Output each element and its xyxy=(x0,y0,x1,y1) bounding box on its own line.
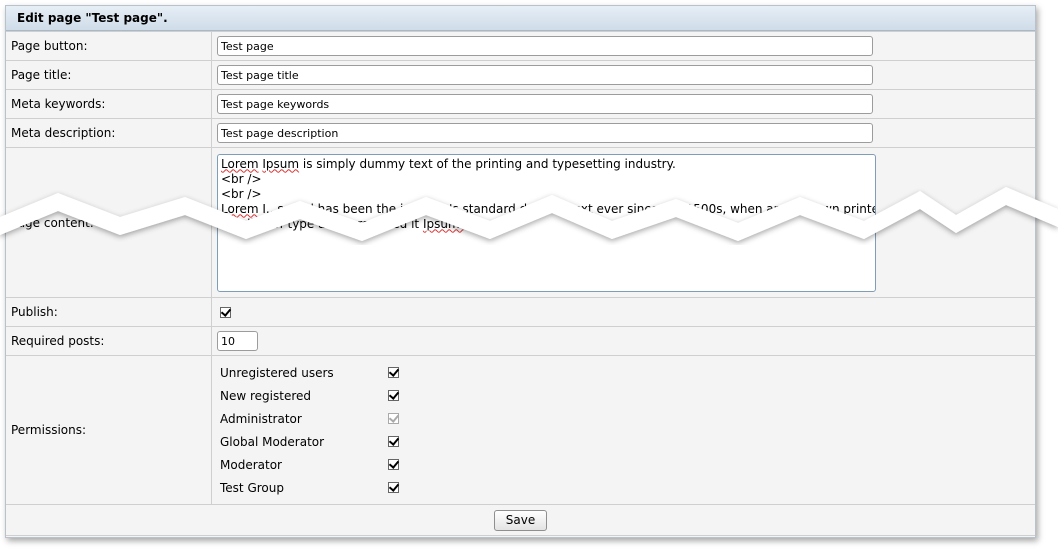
content-line-1-rest: is simply dummy text of the printing and… xyxy=(299,156,676,171)
publish-checkbox[interactable] xyxy=(220,307,231,318)
permission-row: Administrator xyxy=(220,407,1035,430)
content-line-4-mid: I xyxy=(258,201,266,216)
meta-description-label: Meta description: xyxy=(6,118,212,148)
row-required-posts: Required posts: xyxy=(6,326,1035,356)
permission-checkbox[interactable] xyxy=(388,390,399,401)
edit-page-panel: Edit page "Test page". Page button: Page… xyxy=(5,5,1036,538)
permission-name: Moderator xyxy=(220,457,282,472)
permission-checkbox[interactable] xyxy=(388,482,399,493)
page-button-label: Page button: xyxy=(6,31,212,61)
content-line-4-rest: ...s, and has been the industry's standa… xyxy=(265,201,876,216)
permission-name: Global Moderator xyxy=(220,434,325,449)
page-title-label: Page title: xyxy=(6,60,212,90)
actions-cell: Save xyxy=(6,504,1035,536)
permission-row: Test Group xyxy=(220,476,1035,499)
content-line-1: Lorem Ipsum is simply dummy text of the … xyxy=(221,157,872,172)
meta-keywords-cell xyxy=(211,89,1035,119)
required-posts-cell xyxy=(211,326,1035,356)
word-lorem-2: Lorem xyxy=(221,201,259,216)
page-content-label: Page content: xyxy=(6,147,212,298)
edit-page-form: Page button: Page title: Meta keywords: … xyxy=(6,31,1035,536)
page-content-cell: Lorem Ipsum is simply dummy text of the … xyxy=(211,147,1035,298)
page-button-cell xyxy=(211,31,1035,61)
permission-name: Test Group xyxy=(220,480,284,495)
word-ipsum: Ipsum xyxy=(262,156,300,171)
word-lorem: Lorem xyxy=(221,156,259,171)
permissions-label: Permissions: xyxy=(6,355,212,505)
permission-row: New registered xyxy=(220,384,1035,407)
meta-description-input[interactable] xyxy=(217,123,873,143)
row-page-title: Page title: xyxy=(6,60,1035,90)
permission-checkbox[interactable] xyxy=(388,459,399,470)
required-posts-label: Required posts: xyxy=(6,326,212,356)
row-meta-keywords: Meta keywords: xyxy=(6,89,1035,119)
content-line-2: <br /> xyxy=(221,171,262,186)
row-page-button: Page button: xyxy=(6,31,1035,61)
permission-row: Moderator xyxy=(220,453,1035,476)
row-publish: Publish: xyxy=(6,297,1035,327)
permission-name: Unregistered users xyxy=(220,365,334,380)
page-title-cell xyxy=(211,60,1035,90)
meta-keywords-input[interactable] xyxy=(217,94,873,114)
permission-name: New registered xyxy=(220,388,312,403)
content-line-5: a galley of type and scrambled it Ipsum. xyxy=(221,217,872,232)
permission-checkbox[interactable] xyxy=(388,436,399,447)
row-actions: Save xyxy=(6,504,1035,536)
meta-description-cell xyxy=(211,118,1035,148)
content-line-3: <br /> xyxy=(221,186,262,201)
permissions-list: Unregistered users New registered Admini… xyxy=(220,361,1035,499)
content-line-4: Lorem I...s, and has been the industry's… xyxy=(221,201,875,217)
row-permissions: Permissions: Unregistered users New regi… xyxy=(6,355,1035,505)
permission-row: Global Moderator xyxy=(220,430,1035,453)
panel-header: Edit page "Test page". xyxy=(6,6,1035,31)
meta-keywords-label: Meta keywords: xyxy=(6,89,212,119)
row-meta-description: Meta description: xyxy=(6,118,1035,148)
permission-row: Unregistered users xyxy=(220,361,1035,384)
permission-name: Administrator xyxy=(220,411,302,426)
publish-label: Publish: xyxy=(6,297,212,327)
publish-cell xyxy=(211,297,1035,327)
save-button[interactable]: Save xyxy=(493,509,548,531)
page-title-input[interactable] xyxy=(217,65,873,85)
required-posts-input[interactable] xyxy=(217,331,258,351)
page-content-textarea[interactable]: Lorem Ipsum is simply dummy text of the … xyxy=(217,153,876,292)
permission-checkbox[interactable] xyxy=(388,367,399,378)
content-line-5-a: a galley of type and scrambled it xyxy=(221,216,420,231)
row-page-content: Page content: Lorem Ipsum is simply dumm… xyxy=(6,147,1035,298)
page-button-input[interactable] xyxy=(217,36,873,56)
permissions-cell: Unregistered users New registered Admini… xyxy=(211,355,1035,505)
permission-checkbox-disabled xyxy=(388,413,399,424)
word-ipsum-2: Ipsum. xyxy=(422,216,464,231)
